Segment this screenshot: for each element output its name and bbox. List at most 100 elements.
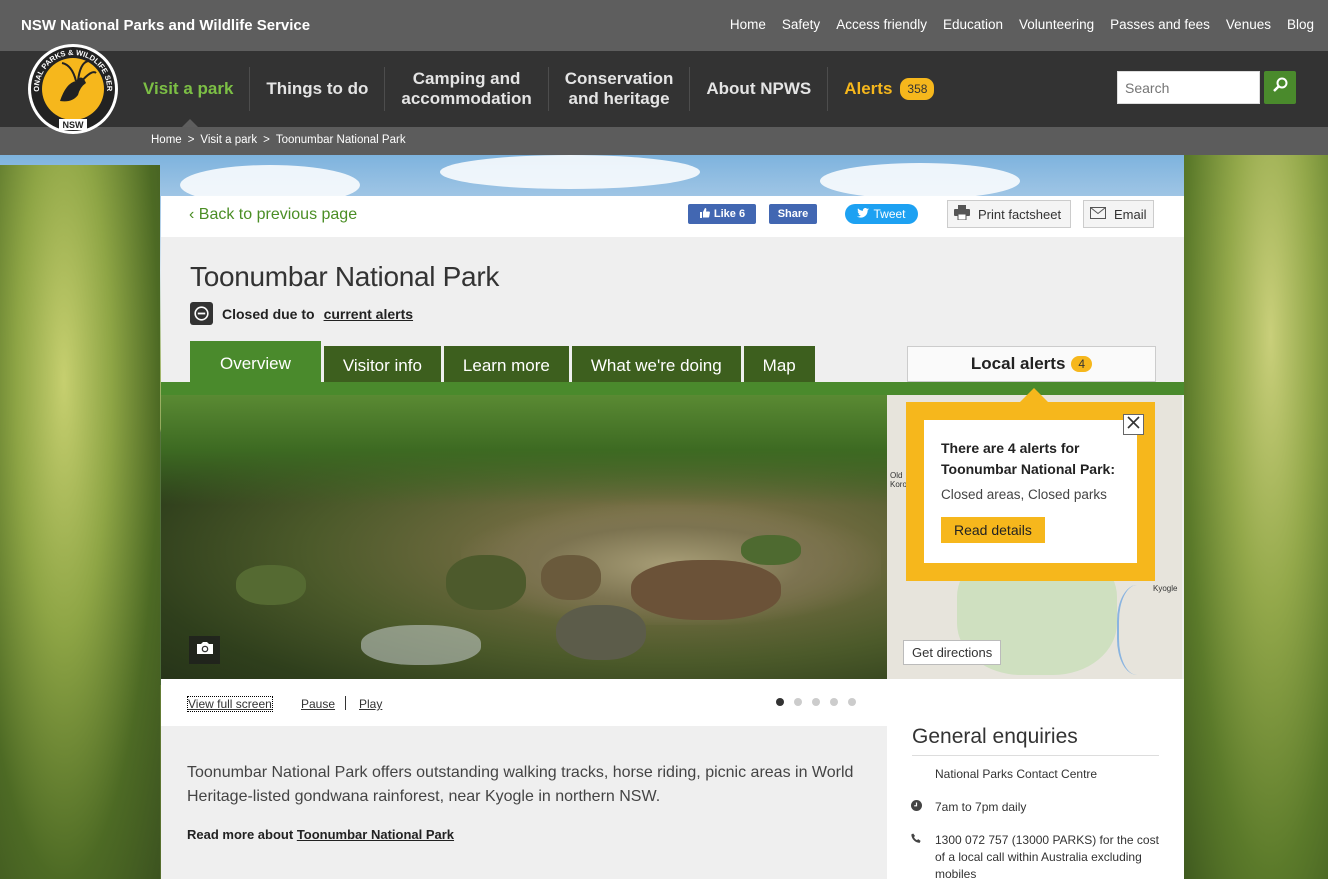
hero-slideshow-image[interactable]: [161, 395, 887, 679]
tab-visitor-info[interactable]: Visitor info: [323, 346, 441, 386]
tweet-button[interactable]: Tweet: [845, 204, 918, 224]
read-more-link[interactable]: Toonumbar National Park: [297, 827, 454, 842]
slide-dot-5[interactable]: [848, 698, 856, 706]
facebook-like-label: Like 6: [713, 208, 746, 220]
breadcrumb: Home > Visit a park > Toonumbar National…: [0, 127, 1328, 155]
breadcrumb-separator: >: [263, 134, 270, 146]
closed-status-text: Closed due to: [222, 305, 315, 322]
share-toolbar: ‹ Back to previous page Like 6 Share Twe…: [161, 196, 1184, 237]
npws-logo[interactable]: NATIONAL PARKS & WILDLIFE SERVICE NSW: [19, 36, 124, 135]
thumbs-up-icon: [699, 207, 710, 221]
nav-camping-line1: Camping and: [412, 69, 521, 88]
read-details-button[interactable]: Read details: [941, 517, 1045, 543]
util-link-safety[interactable]: Safety: [782, 17, 820, 32]
park-intro: Toonumbar National Park offers outstandi…: [187, 764, 854, 805]
nav-about-label: About NPWS: [706, 79, 812, 98]
back-link-label: Back to previous page: [198, 206, 358, 223]
search-button[interactable]: [1264, 71, 1296, 104]
breadcrumb-home[interactable]: Home: [151, 134, 182, 146]
main-nav: NATIONAL PARKS & WILDLIFE SERVICE NSW Vi…: [0, 36, 1328, 134]
breadcrumb-separator: >: [187, 134, 195, 146]
breadcrumb-items: Home > Visit a park > Toonumbar National…: [151, 134, 406, 146]
nav-about-npws[interactable]: About NPWS: [690, 67, 829, 111]
get-directions-button[interactable]: Get directions: [903, 640, 1002, 665]
breadcrumb-current: Toonumbar National Park: [275, 134, 406, 146]
local-alerts-label: Local alerts: [970, 354, 1066, 373]
alerts-popup-body: There are 4 alerts for Toonumbar Nationa…: [924, 420, 1137, 563]
map-label-kyogle: Kyogle: [1153, 584, 1178, 593]
alerts-count-badge: 358: [900, 78, 935, 100]
slide-dot-2[interactable]: [794, 698, 802, 706]
nav-camping[interactable]: Camping and accommodation: [385, 67, 549, 111]
twitter-bird-icon: [857, 207, 870, 221]
phone-number[interactable]: 1300 072 757 (13000 PARKS) for the cost …: [935, 832, 1161, 879]
util-link-blog[interactable]: Blog: [1287, 17, 1314, 32]
opening-hours: 7am to 7pm daily: [935, 800, 1027, 814]
email-label: Email: [1114, 206, 1147, 222]
util-link-passes-fees[interactable]: Passes and fees: [1110, 17, 1210, 32]
util-link-venues[interactable]: Venues: [1226, 17, 1271, 32]
utility-bar: NSW National Parks and Wildlife Service …: [0, 0, 1328, 51]
envelope-icon: [1090, 206, 1106, 222]
general-enquiries-panel: General enquiries National Parks Contact…: [887, 679, 1184, 879]
closed-status: Closed due to current alerts: [190, 302, 413, 325]
tab-learn-more[interactable]: Learn more: [443, 346, 569, 386]
alerts-popup-types: Closed areas, Closed parks: [941, 487, 1107, 502]
alerts-popup: There are 4 alerts for Toonumbar Nationa…: [906, 388, 1155, 581]
pause-link[interactable]: Pause: [301, 697, 335, 711]
site-name[interactable]: NSW National Parks and Wildlife Service: [21, 17, 310, 34]
util-link-volunteering[interactable]: Volunteering: [1019, 17, 1094, 32]
chevron-left-icon: ‹: [189, 206, 195, 223]
current-alerts-link[interactable]: current alerts: [324, 306, 413, 322]
page-title: Toonumbar National Park: [190, 261, 500, 292]
back-link[interactable]: ‹ Back to previous page: [189, 206, 357, 224]
search-input[interactable]: [1117, 71, 1260, 104]
control-divider: [345, 696, 346, 710]
email-button[interactable]: Email: [1083, 200, 1154, 228]
clock-icon: [911, 799, 925, 816]
print-factsheet-button[interactable]: Print factsheet: [947, 200, 1071, 228]
read-more-prefix: Read more about: [187, 827, 294, 842]
nav-visit-label: Visit a park: [143, 79, 234, 98]
nav-conservation-line1: Conservation: [564, 69, 674, 88]
close-icon: [1127, 415, 1140, 434]
play-link[interactable]: Play: [359, 697, 382, 711]
map-label-old: Old: [890, 471, 903, 480]
nav-alerts[interactable]: Alerts 358: [828, 67, 950, 111]
slide-dots: [776, 698, 856, 706]
phone-icon: [911, 832, 925, 879]
contact-row: National Parks Contact Centre: [911, 766, 1161, 783]
tweet-label: Tweet: [873, 207, 906, 221]
slide-dot-3[interactable]: [812, 698, 820, 706]
camera-button[interactable]: [189, 636, 220, 664]
search-icon: [1272, 77, 1288, 98]
park-content-card: ‹ Back to previous page Like 6 Share Twe…: [161, 196, 1184, 879]
nav-conservation[interactable]: Conservation and heritage: [549, 67, 691, 111]
nav-conservation-line2: and heritage: [568, 89, 670, 108]
facebook-like-button[interactable]: Like 6: [688, 204, 756, 224]
closed-icon: [190, 302, 213, 325]
camera-icon: [196, 641, 214, 660]
util-link-education[interactable]: Education: [943, 17, 1003, 32]
util-link-home[interactable]: Home: [730, 17, 766, 32]
tab-map[interactable]: Map: [743, 346, 815, 386]
slide-dot-4[interactable]: [830, 698, 838, 706]
breadcrumb-visit-a-park[interactable]: Visit a park: [200, 134, 257, 146]
nav-visit-a-park[interactable]: Visit a park: [131, 67, 251, 127]
local-alerts-tab[interactable]: Local alerts 4: [907, 346, 1156, 382]
util-link-access-friendly[interactable]: Access friendly: [836, 17, 927, 32]
nav-things-to-do[interactable]: Things to do: [250, 67, 386, 111]
view-full-screen-link[interactable]: View full screen: [187, 696, 273, 712]
nav-conservation-label: Conservation and heritage: [565, 69, 674, 109]
utility-links: Home Safety Access friendly Education Vo…: [730, 17, 1314, 32]
slide-dot-1[interactable]: [776, 698, 784, 706]
alerts-popup-title: There are 4 alerts for Toonumbar Nationa…: [941, 440, 1115, 477]
map-label-koro: Koro: [890, 480, 907, 489]
popup-close-button[interactable]: [1123, 414, 1144, 435]
logo-nsw-text: NSW: [63, 120, 85, 130]
slideshow-controls: View full screen Pause Play: [161, 679, 887, 726]
primary-nav: Visit a park Things to do Camping and acc…: [131, 51, 950, 127]
tab-overview[interactable]: Overview: [190, 341, 321, 386]
facebook-share-button[interactable]: Share: [769, 204, 817, 224]
tab-what-were-doing[interactable]: What we're doing: [571, 346, 741, 386]
